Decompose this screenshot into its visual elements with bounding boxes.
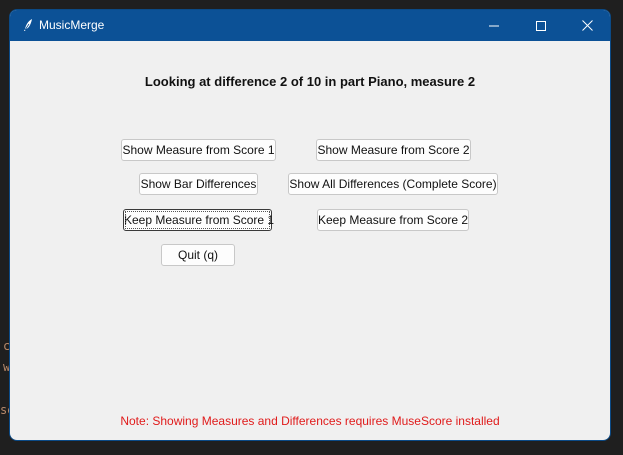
maximize-icon bbox=[536, 16, 546, 35]
keep-measure-score1-label: Keep Measure from Score 1 bbox=[124, 213, 275, 227]
close-button[interactable] bbox=[564, 10, 610, 41]
close-icon bbox=[581, 16, 593, 35]
minimize-button[interactable] bbox=[471, 10, 517, 41]
main-content: Looking at difference 2 of 10 in part Pi… bbox=[10, 41, 610, 440]
show-measure-score2-button[interactable]: Show Measure from Score 2 bbox=[316, 139, 471, 161]
maximize-button[interactable] bbox=[518, 10, 564, 41]
window-title: MusicMerge bbox=[39, 18, 105, 32]
keep-measure-score2-button[interactable]: Keep Measure from Score 2 bbox=[317, 209, 469, 231]
app-window: MusicMerge Looking at difference 2 of 10… bbox=[10, 10, 610, 440]
musescore-note: Note: Showing Measures and Differences r… bbox=[120, 414, 500, 428]
show-all-differences-button[interactable]: Show All Differences (Complete Score) bbox=[288, 173, 498, 195]
keep-measure-score1-button[interactable]: Keep Measure from Score 1 bbox=[123, 209, 275, 231]
title-bar[interactable]: MusicMerge bbox=[10, 10, 610, 41]
show-bar-differences-button[interactable]: Show Bar Differences bbox=[139, 173, 258, 195]
difference-heading: Looking at difference 2 of 10 in part Pi… bbox=[144, 74, 476, 89]
minimize-icon bbox=[489, 16, 499, 35]
quill-icon bbox=[20, 17, 36, 33]
quit-button[interactable]: Quit (q) bbox=[161, 244, 235, 266]
show-measure-score1-button[interactable]: Show Measure from Score 1 bbox=[121, 139, 276, 161]
